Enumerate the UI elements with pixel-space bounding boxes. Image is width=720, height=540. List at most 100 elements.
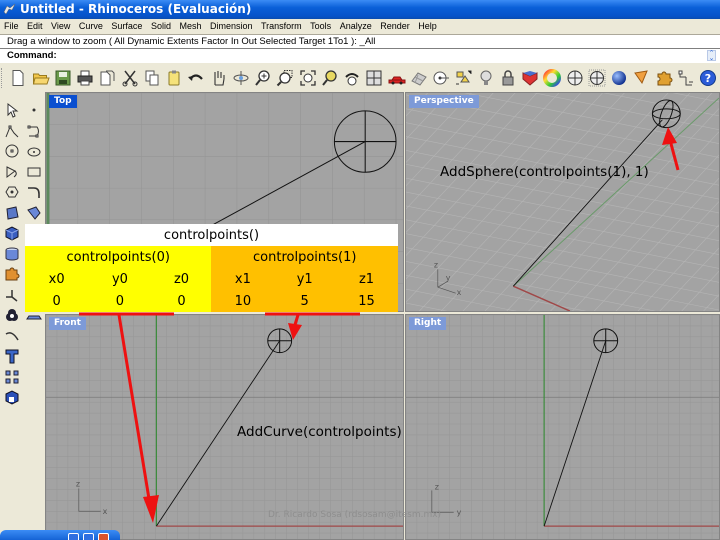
undo-icon [188,74,204,81]
rotate-view-button[interactable] [231,67,252,89]
grid-line [681,270,719,311]
puzzle-icon [657,71,673,86]
revolve-button[interactable] [23,203,45,224]
point-button[interactable] [23,100,45,121]
grid-line [406,93,538,233]
box-button[interactable] [1,223,23,244]
viewport-perspective-canvas[interactable]: z y x [406,93,719,311]
rhino-window: Untitled - Rhinoceros (Evaluación) File … [0,0,720,540]
rendered-sphere-icon [612,71,627,85]
menu-curve[interactable]: Curve [79,19,103,34]
close-small-button[interactable] [98,533,109,540]
curve-button[interactable] [23,121,45,142]
print-button[interactable] [75,67,96,89]
menu-tools[interactable]: Tools [310,19,331,34]
pan-button[interactable] [208,67,229,89]
surface-button[interactable] [1,203,23,224]
viewport-perspective[interactable]: z y x Perspective [405,92,720,312]
polyline-button[interactable] [1,121,23,142]
zoom-dynamic-button[interactable] [253,67,274,89]
layers-button[interactable] [453,67,474,89]
four-viewports-button[interactable] [364,67,385,89]
import-button[interactable] [97,67,118,89]
help-button[interactable]: ? [698,67,719,89]
puzzle-piece-button[interactable] [1,264,23,285]
boolean-button[interactable] [1,305,23,326]
menu-edit[interactable]: Edit [27,19,43,34]
analysis-button[interactable] [631,67,652,89]
grid-line [406,191,719,255]
curve-line [512,119,663,287]
transform-button[interactable] [1,285,23,306]
car-button[interactable] [386,67,407,89]
viewport-right-canvas[interactable]: z y [406,315,719,539]
fillet-icon [5,331,19,341]
command-scroll-button[interactable]: ⌃ ⌄ [707,50,716,62]
menu-mesh[interactable]: Mesh [179,19,201,34]
perspective-grid [406,93,719,311]
menu-solid[interactable]: Solid [151,19,171,34]
rectangle-button[interactable] [23,162,45,183]
fillet-button[interactable] [1,326,23,347]
zoom-window-button[interactable] [275,67,296,89]
text-button[interactable] [1,346,23,367]
table-value-row: 0 0 0 10 5 15 [25,290,398,312]
color-wheel-icon [543,69,562,87]
arc-button[interactable] [1,162,23,183]
menu-surface[interactable]: Surface [111,19,142,34]
cylinder-button[interactable] [1,244,23,265]
help-small-button[interactable] [68,533,79,540]
axis-label-z: z [76,479,80,488]
maximize-small-button[interactable] [83,533,94,540]
cut-button[interactable] [119,67,140,89]
menu-render[interactable]: Render [380,19,410,34]
array-button[interactable] [1,367,23,388]
color-wheel-button[interactable] [542,67,563,89]
viewport-label-top[interactable]: Top [49,95,77,108]
circle-icon [5,144,19,158]
puzzle-button[interactable] [653,67,674,89]
shaded-button[interactable] [520,67,541,89]
object-snap-button[interactable] [431,67,452,89]
menu-help[interactable]: Help [418,19,437,34]
ellipse-button[interactable] [23,141,45,162]
viewport-right[interactable]: z y Right [405,314,720,540]
menu-analyze[interactable]: Analyze [340,19,372,34]
circle-button[interactable] [1,141,23,162]
grid-snap-button[interactable] [676,67,697,89]
viewport-label-perspective[interactable]: Perspective [409,95,479,108]
copy-button[interactable] [142,67,163,89]
polygon-button[interactable] [1,182,23,203]
ghosted-button[interactable] [587,67,608,89]
undo-button[interactable] [186,67,207,89]
toolbar-grip[interactable] [1,68,3,88]
rendered-button[interactable] [609,67,630,89]
ellipse-icon [27,147,41,157]
new-file-button[interactable] [8,67,29,89]
standard-toolbar: ? [0,64,720,92]
menu-view[interactable]: View [51,19,70,34]
save-button[interactable] [53,67,74,89]
cylinder-icon [5,247,19,261]
select-button[interactable] [1,100,23,121]
wireframe-sphere-icon [567,70,583,86]
solid-block-button[interactable] [1,387,23,408]
menu-transform[interactable]: Transform [261,19,302,34]
paste-button[interactable] [164,67,185,89]
lock-button[interactable] [498,67,519,89]
grid-options-button[interactable] [409,67,430,89]
open-button[interactable] [30,67,51,89]
menu-dimension[interactable]: Dimension [210,19,253,34]
wireframe-button[interactable] [564,67,585,89]
menu-file[interactable]: File [4,19,19,34]
command-prompt[interactable]: Command: [0,48,720,63]
fillet-curve-button[interactable] [23,182,45,203]
light-button[interactable] [475,67,496,89]
floating-panel-titlebar[interactable] [0,530,120,540]
undo-view-button[interactable] [342,67,363,89]
zoom-extents-button[interactable] [297,67,318,89]
zoom-selected-button[interactable] [320,67,341,89]
viewport-label-right[interactable]: Right [409,317,447,330]
surface-icon [6,206,19,220]
viewport-label-front[interactable]: Front [49,317,86,330]
